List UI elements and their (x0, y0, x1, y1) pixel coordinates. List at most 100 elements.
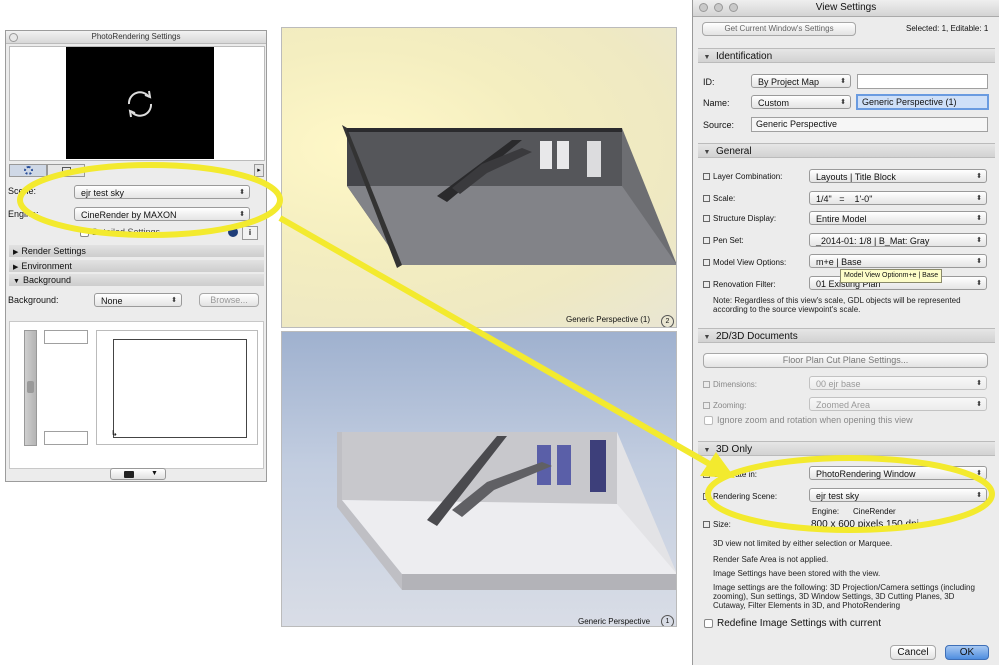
cinema-logo-icon (228, 227, 238, 237)
redefine-checkbox[interactable] (704, 619, 713, 628)
rendering-scene-popup-value: ejr test sky (816, 491, 860, 501)
tooltip: Model View Optionm+e | Base (840, 269, 943, 283)
ignore-zoom-checkbox[interactable] (704, 416, 713, 425)
generate-in-popup[interactable]: PhotoRendering Window ⬍ (809, 466, 987, 480)
section-background[interactable]: ▼ Background (9, 274, 264, 286)
scene-popup-value: ejr test sky (81, 188, 125, 198)
disclosure-down-icon: ▼ (13, 278, 20, 285)
source-field: Generic Perspective (751, 117, 988, 132)
size-value: 800 x 600 pixels 150 dpi (811, 519, 919, 530)
camera-button[interactable]: ▼ (110, 468, 166, 480)
zooming-popup[interactable]: Zoomed Area ⬍ (809, 397, 987, 411)
structure-display-popup[interactable]: Entire Model ⬍ (809, 211, 987, 225)
background-popup[interactable]: None ⬍ (94, 293, 182, 307)
pen-popup-value: _2014-01: 1/8 | B_Mat: Gray (816, 236, 930, 246)
browse-button[interactable]: Browse... (199, 293, 259, 307)
section-render-settings[interactable]: ▶ Render Settings (9, 245, 264, 257)
pen-icon (703, 237, 710, 244)
scene-label: Scene: (8, 186, 37, 196)
engine-popup[interactable]: CineRender by MAXON ⬍ (74, 207, 250, 221)
engine-value: CineRender (853, 507, 896, 516)
section-general[interactable]: ▼ General (698, 143, 995, 158)
layer-popup-value: Layouts | Title Block (816, 172, 896, 182)
id-popup-value: By Project Map (758, 77, 820, 87)
dimensions-popup[interactable]: 00 ejr base ⬍ (809, 376, 987, 390)
dims-label-text: Dimensions: (713, 380, 758, 389)
preview-canvas (66, 47, 214, 159)
engine-caption: Engine: (812, 507, 840, 516)
top-caption: Generic Perspective (1) (566, 315, 651, 324)
view-settings-titlebar: View Settings (693, 0, 999, 17)
name-field[interactable]: Generic Perspective (1) (856, 94, 989, 110)
tab-more[interactable]: ▸ (254, 164, 264, 177)
background-popup-value: None (101, 296, 123, 306)
zoom-label-text: Zooming: (713, 401, 747, 410)
updown-icon: ⬍ (976, 470, 982, 477)
section-2d3d-documents[interactable]: ▼ 2D/3D Documents (698, 328, 995, 343)
camera-icon (124, 471, 134, 478)
rendering-scene-popup[interactable]: ejr test sky ⬍ (809, 488, 987, 502)
source-value: Generic Perspective (756, 119, 838, 129)
structure-icon (703, 215, 710, 222)
get-settings-button[interactable]: Get Current Window's Settings (702, 22, 856, 36)
disclosure-down-icon: ▼ (703, 334, 711, 341)
scale-popup[interactable]: 1/4" = 1'-0" ⬍ (809, 191, 987, 205)
section-environment[interactable]: ▶ Environment (9, 260, 264, 272)
scale-label: Scale: (703, 194, 735, 203)
disclosure-right-icon: ▶ (13, 264, 19, 271)
scale-note: Note: Regardless of this view's scale, G… (713, 296, 961, 314)
dims-popup-value: 00 ejr base (816, 379, 861, 389)
id-popup[interactable]: By Project Map ⬍ (751, 74, 851, 88)
updown-icon: ⬍ (976, 401, 982, 408)
zooming-label: Zooming: (703, 401, 746, 410)
updown-icon: ⬍ (840, 99, 846, 106)
ok-button[interactable]: OK (945, 645, 989, 660)
zoom-popup-value: Zoomed Area (816, 400, 871, 410)
info-icon[interactable]: i (242, 226, 258, 240)
section-label: Render Settings (21, 246, 86, 256)
scene-popup[interactable]: ejr test sky ⬍ (74, 185, 250, 199)
model-view-options-popup[interactable]: m+e | Base ⬍ (809, 254, 987, 268)
window-title: View Settings (815, 2, 877, 13)
scale-icon (703, 195, 710, 202)
structure-display-label: Structure Display: (703, 214, 776, 223)
structure-label-text: Structure Display: (713, 214, 777, 223)
layer-label-text: Layer Combination: (713, 172, 783, 181)
image-thumbnail (113, 339, 247, 438)
name-popup[interactable]: Custom ⬍ (751, 95, 851, 109)
layer-combination-popup[interactable]: Layouts | Title Block ⬍ (809, 169, 987, 183)
background-label: Background: (8, 295, 59, 305)
cancel-button[interactable]: Cancel (890, 645, 936, 660)
scale-label-text: Scale: (713, 194, 736, 203)
section-identification[interactable]: ▼ Identification (698, 48, 995, 63)
pen-label-text: Pen Set: (713, 236, 744, 245)
reno-label-text: Renovation Filter: (713, 280, 776, 289)
pen-set-popup[interactable]: _2014-01: 1/8 | B_Mat: Gray ⬍ (809, 233, 987, 247)
floor-plan-cut-plane-button[interactable]: Floor Plan Cut Plane Settings... (703, 353, 988, 368)
refresh-icon[interactable] (123, 87, 157, 121)
id-field[interactable] (857, 74, 988, 89)
info-line-1: 3D view not limited by either selection … (713, 539, 893, 548)
slider-thumb[interactable] (27, 381, 34, 393)
gear-icon (24, 166, 33, 175)
detailed-settings-checkbox[interactable] (80, 228, 89, 237)
value-field-top[interactable] (44, 330, 88, 344)
bottom-render-scene (337, 432, 676, 590)
source-label: Source: (703, 120, 735, 130)
mvo-label-text: Model View Options: (713, 258, 787, 267)
section-label: Background (22, 275, 71, 285)
info-line-3: Image Settings have been stored with the… (713, 569, 881, 578)
generate-in-label: Generate in: (703, 470, 757, 479)
tab-settings[interactable] (9, 164, 47, 177)
dropdown-arrow-icon: ▼ (151, 470, 158, 477)
ignore-zoom-label: Ignore zoom and rotation when opening th… (717, 415, 913, 425)
updown-icon: ⬍ (976, 173, 982, 180)
value-field-bottom[interactable] (44, 431, 88, 445)
pen-set-label: Pen Set: (703, 236, 744, 245)
tab-image[interactable] (47, 164, 85, 177)
section-3d-only[interactable]: ▼ 3D Only (698, 441, 995, 456)
generate-popup-value: PhotoRendering Window (816, 469, 916, 479)
engine-popup-value: CineRender by MAXON (81, 210, 177, 220)
palette-title: PhotoRendering Settings (91, 32, 181, 41)
vertical-slider[interactable] (24, 330, 37, 446)
